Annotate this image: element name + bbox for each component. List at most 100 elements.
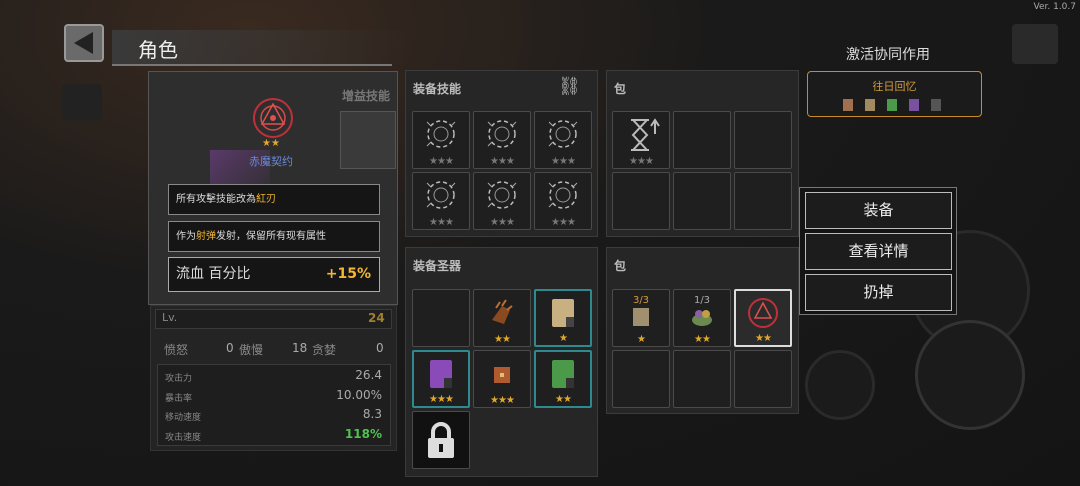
stat-value: 10.00% <box>336 388 382 402</box>
relic-slot[interactable]: ★★★ <box>473 350 531 408</box>
back-button[interactable] <box>64 24 104 62</box>
bag-slot[interactable] <box>673 350 731 408</box>
stack-count: 3/3 <box>632 295 650 306</box>
synergy-item-icon <box>931 99 941 111</box>
relic-slot-locked[interactable] <box>412 411 470 469</box>
title-underline <box>112 64 392 66</box>
relic-bag-title: 包 <box>614 259 627 273</box>
bag-slot[interactable] <box>734 350 792 408</box>
stat-label: 攻击速度 <box>165 433 202 443</box>
item-stars: ★★★ <box>551 156 576 167</box>
bag-slot[interactable] <box>673 111 731 169</box>
relic-slot[interactable]: ★ <box>534 289 592 347</box>
relic-slot[interactable]: ★★★ <box>412 350 470 408</box>
bg-top-icon <box>1012 24 1058 64</box>
drop-button[interactable]: 扔掉 <box>805 274 952 311</box>
item-stars: ★★ <box>262 138 280 149</box>
stat-value: +15% <box>325 266 371 282</box>
stat-value: 118% <box>344 427 382 441</box>
bag-slot[interactable] <box>612 172 670 230</box>
bag-slot[interactable] <box>673 172 731 230</box>
spiral-skill-icon <box>548 181 578 209</box>
item-stars: ★★★ <box>429 394 454 405</box>
tooltip-stat: 流血 百分比 +15% <box>168 257 380 292</box>
relic-slot[interactable]: ★★ <box>473 289 531 347</box>
spiral-skill-icon <box>487 181 517 209</box>
synergy-title: 激活协同作用 <box>846 47 930 63</box>
sin-wrath-label: 愤怒 <box>164 343 189 357</box>
item-preview <box>248 94 298 144</box>
buff-skills-title: 增益技能 <box>342 89 391 103</box>
red-sigil-icon <box>748 298 778 328</box>
synergy-card[interactable]: 往日回忆 <box>807 71 982 117</box>
item-stars: ★★★ <box>629 156 654 167</box>
item-stars: ★ <box>637 334 646 345</box>
bag-relic-slot-selected[interactable]: ★★ <box>734 289 792 347</box>
equipped-skill-slot[interactable]: ★★★ <box>534 172 592 230</box>
back-arrow-icon <box>74 32 93 54</box>
bg-skill-button <box>805 350 875 420</box>
sin-greed-label: 贪婪 <box>312 343 337 357</box>
equipped-skill-slot[interactable]: ★★★ <box>473 172 531 230</box>
spiral-skill-icon <box>548 120 578 148</box>
scroll-green-icon <box>552 360 574 388</box>
stack-count: 1/3 <box>693 295 711 306</box>
synergy-item-icon <box>843 99 853 111</box>
synergy-item-icon <box>865 99 875 111</box>
relic-slot[interactable]: ★★ <box>534 350 592 408</box>
spiral-skill-icon <box>487 120 517 148</box>
tooltip-highlight: 紅刃 <box>256 194 276 205</box>
claw-gauntlet-icon <box>492 299 513 324</box>
stat-value: 26.4 <box>355 368 382 382</box>
equipped-relics-title: 装备圣器 <box>413 259 462 273</box>
tooltip-highlight: 射弹 <box>196 231 216 242</box>
sin-wrath-value: 0 <box>226 341 234 355</box>
synergy-card-label: 往日回忆 <box>872 80 917 93</box>
equipped-skill-slot[interactable]: ★★★ <box>473 111 531 169</box>
item-stars: ★★★ <box>429 156 454 167</box>
item-stars: ★★ <box>494 334 511 345</box>
level-row <box>155 309 392 329</box>
bag-slot[interactable] <box>612 350 670 408</box>
bag-relic-slot[interactable]: 1/3 ★★ <box>673 289 731 347</box>
bag-skill-slot-hourglass[interactable]: ★★★ <box>612 111 670 169</box>
tooltip-line-1: 所有攻擊技能改為紅刃 <box>168 184 380 215</box>
level-value: 24 <box>368 311 385 325</box>
synergy-item-icon <box>909 99 919 111</box>
tooltip-line-2: 作为射弹发射，保留所有现有属性 <box>168 221 380 252</box>
tooltip-text: 所有攻擊技能改為 <box>176 194 256 205</box>
equipped-skill-slot[interactable]: ★★★ <box>412 111 470 169</box>
bag-slot[interactable] <box>734 172 792 230</box>
buff-skill-slot[interactable] <box>340 111 396 169</box>
synergy-items <box>843 96 941 115</box>
bg-attack-button <box>915 320 1025 430</box>
lock-icon <box>428 422 454 458</box>
equipped-skill-slot[interactable]: ★★★ <box>534 111 592 169</box>
item-stars: ★★★ <box>490 217 515 228</box>
item-stars: ★★ <box>755 333 772 344</box>
bag-slot[interactable] <box>734 111 792 169</box>
sin-pride-value: 18 <box>292 341 308 355</box>
item-stars: ★★★ <box>429 217 454 228</box>
link-icon[interactable]: ⛓ <box>558 76 581 97</box>
item-stars: ★★★ <box>551 217 576 228</box>
relic-slot-empty[interactable] <box>412 289 470 347</box>
tooltip-text: 发射，保留所有现有属性 <box>216 231 326 242</box>
item-stars: ★★★ <box>490 156 515 167</box>
red-box-icon <box>494 367 510 383</box>
page-title: 角色 <box>138 38 178 62</box>
item-name: 赤魔契约 <box>249 155 293 168</box>
version-label: Ver. 1.0.7 <box>1033 2 1077 12</box>
red-sigil-icon <box>253 98 293 138</box>
equipped-skill-slot[interactable]: ★★★ <box>412 172 470 230</box>
stat-name: 流血 百分比 <box>176 266 251 282</box>
scroll-tan-icon <box>552 299 574 327</box>
item-stars: ★★ <box>694 334 711 345</box>
equip-button[interactable]: 装备 <box>805 192 952 229</box>
view-details-button[interactable]: 查看详情 <box>805 233 952 270</box>
scroll-purple-icon <box>430 360 452 388</box>
stat-label: 移动速度 <box>165 413 202 423</box>
equipped-skills-title: 装备技能 <box>413 82 462 96</box>
bag-relic-slot[interactable]: 3/3 ★ <box>612 289 670 347</box>
synergy-item-icon <box>887 99 897 111</box>
